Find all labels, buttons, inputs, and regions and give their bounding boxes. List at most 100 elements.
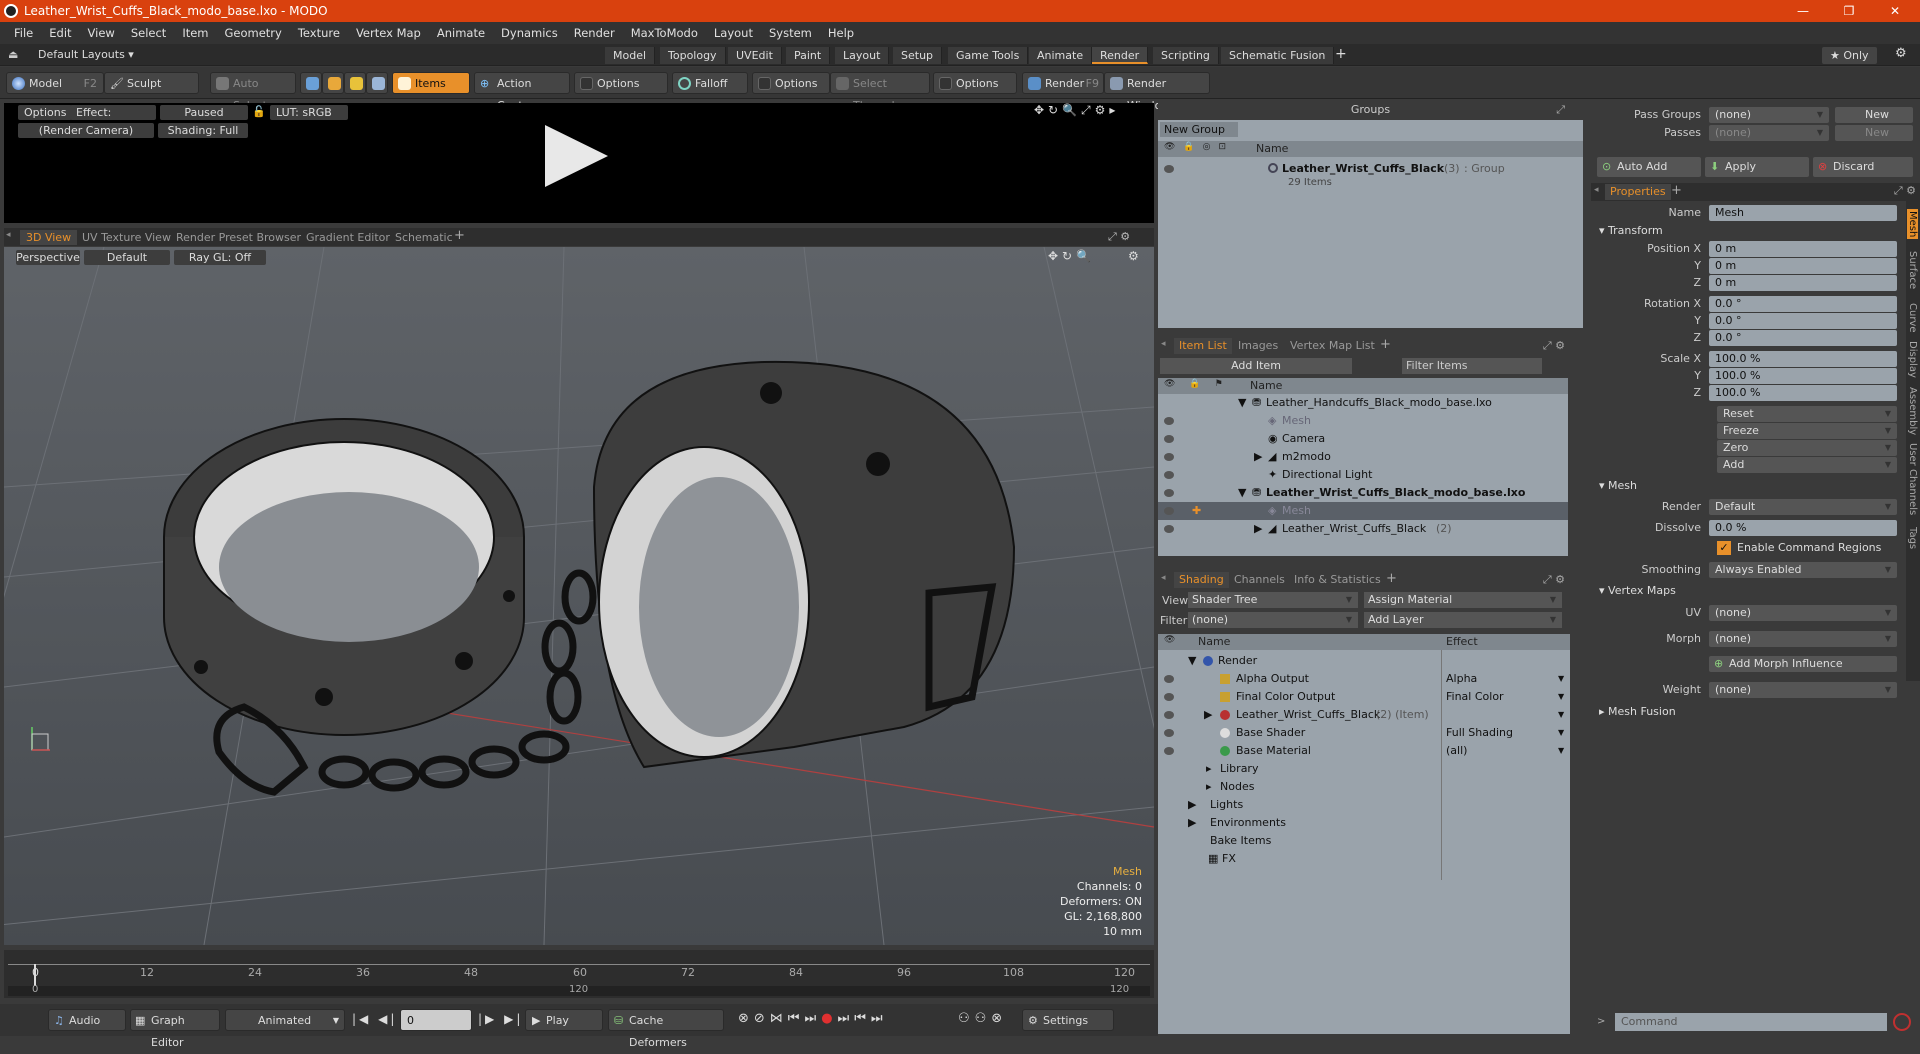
side-tab-curve[interactable]: Curve (1907, 303, 1918, 333)
viewport-settings-icon[interactable]: ⚙ (1128, 249, 1139, 263)
command-stop-icon[interactable] (1893, 1013, 1911, 1031)
raygl-toggle[interactable]: Ray GL: Off (174, 250, 266, 265)
eye-icon[interactable] (1164, 417, 1174, 425)
tab-vertex-map-list[interactable]: Vertex Map List (1290, 339, 1375, 352)
menu-layout[interactable]: Layout (706, 26, 761, 40)
menu-system[interactable]: System (761, 26, 820, 40)
add-tab-icon[interactable]: + (1335, 46, 1347, 62)
maximize-view-icon[interactable]: ⤢ ⚙ (1108, 230, 1130, 244)
play-icon[interactable] (545, 125, 608, 187)
shading-style-dropdown[interactable]: Default (84, 250, 170, 265)
add-tab-icon[interactable]: + (1380, 337, 1391, 352)
expand-icon[interactable]: ▼ (1188, 652, 1196, 670)
name-input[interactable]: Mesh (1709, 205, 1897, 221)
eye-icon[interactable] (1164, 525, 1174, 533)
view-tabs-menu-icon[interactable]: ◂ (6, 230, 11, 240)
scale-z-field[interactable]: 100.0 % (1709, 385, 1897, 401)
eye-icon[interactable] (1164, 489, 1174, 497)
menu-file[interactable]: File (6, 26, 41, 40)
menu-render[interactable]: Render (566, 26, 623, 40)
render-camera-dropdown[interactable]: (Render Camera) (18, 123, 154, 138)
uv-dropdown[interactable]: (none) (1709, 605, 1897, 621)
action-center-options-button[interactable]: Options (574, 72, 668, 94)
tab-uvedit[interactable]: UVEdit (728, 47, 782, 64)
reset-dropdown[interactable]: Reset (1717, 406, 1897, 422)
shader-row[interactable]: Final Color Output Final Color ▼ (1158, 688, 1570, 706)
tab-model[interactable]: Model (605, 47, 656, 64)
close-icon[interactable]: ✕ (1872, 0, 1918, 22)
position-x-field[interactable]: 0 m (1709, 241, 1897, 257)
play-button[interactable]: ▶ Play (525, 1009, 603, 1031)
audio-button[interactable]: ♫ Audio (48, 1009, 126, 1031)
side-tab-display[interactable]: Display (1907, 341, 1918, 378)
polygons-mode-icon[interactable] (344, 72, 366, 94)
scene-row[interactable]: ▼ ⛃ Leather_Handcuffs_Black_modo_base.lxo (1158, 394, 1568, 412)
transform-section[interactable]: ▾ Transform (1599, 223, 1663, 239)
tab-scripting[interactable]: Scripting (1153, 47, 1219, 64)
tab-setup[interactable]: Setup (893, 47, 943, 64)
cache-deformers-button[interactable]: ⛁ Cache Deformers (608, 1009, 724, 1049)
chevron-down-icon[interactable]: ▼ (1558, 706, 1564, 724)
enable-command-regions-checkbox[interactable]: ✓ (1717, 541, 1731, 555)
perspective-dropdown[interactable]: Perspective (16, 250, 80, 265)
current-frame-field[interactable]: 0 (400, 1009, 472, 1031)
shader-row[interactable]: ▶ Environments (1158, 814, 1570, 832)
auto-add-button[interactable]: ⊙ Auto Add (1597, 157, 1701, 177)
add-tab-icon[interactable]: + (1671, 183, 1682, 198)
graph-editor-button[interactable]: ▦ Graph Editor (130, 1009, 220, 1049)
preview-view-controls[interactable]: ✥↻🔍⤢⚙▸ (1034, 103, 1119, 118)
tab-render[interactable]: Render (1092, 47, 1149, 64)
shader-tree-dropdown[interactable]: Shader Tree (1188, 592, 1358, 608)
scale-x-field[interactable]: 100.0 % (1709, 351, 1897, 367)
items-mode-button[interactable]: Items (392, 72, 470, 94)
position-y-field[interactable]: 0 m (1709, 258, 1897, 274)
tab-gradient-editor[interactable]: Gradient Editor (300, 230, 396, 245)
falloff-button[interactable]: Falloff (672, 72, 748, 94)
layout-menu-icon[interactable]: ⏏ (8, 48, 18, 61)
paused-button[interactable]: Paused (160, 105, 248, 120)
eye-icon[interactable] (1164, 729, 1174, 737)
eye-icon[interactable] (1164, 747, 1174, 755)
tab-uv-texture-view[interactable]: UV Texture View (76, 230, 177, 245)
add-layer-dropdown[interactable]: Add Layer (1364, 612, 1562, 628)
shader-row[interactable]: ▶ Lights (1158, 796, 1570, 814)
shading-menu-icon[interactable]: ◂ (1161, 573, 1166, 583)
lock-icon[interactable]: 🔓 (252, 105, 266, 118)
lut-dropdown[interactable]: LUT: sRGB (270, 105, 348, 120)
tab-paint[interactable]: Paint (786, 47, 831, 64)
expand-icon[interactable]: ▶ (1188, 814, 1196, 832)
add-dropdown[interactable]: Add (1717, 457, 1897, 473)
tab-item-list[interactable]: Item List (1174, 338, 1232, 354)
item-row[interactable]: ▶ ◢ Leather_Wrist_Cuffs_Black (2) (1158, 520, 1568, 538)
tab-3d-view[interactable]: 3D View (20, 230, 78, 245)
pass-groups-dropdown[interactable]: (none) (1709, 107, 1829, 123)
render-button[interactable]: Render F9 (1022, 72, 1104, 94)
expand-icon[interactable]: ▶ (1254, 520, 1262, 538)
mesh-section[interactable]: ▾ Mesh (1599, 478, 1637, 494)
eye-icon[interactable] (1164, 693, 1174, 701)
scale-y-field[interactable]: 100.0 % (1709, 368, 1897, 384)
assign-material-dropdown[interactable]: Assign Material (1364, 592, 1562, 608)
mesh-fusion-section[interactable]: ▸ Mesh Fusion (1599, 704, 1676, 720)
apply-button[interactable]: ⬇ Apply (1705, 157, 1809, 177)
3d-viewport[interactable]: Perspective Default Ray GL: Off ✥↻🔍 ⚙ Me… (4, 247, 1154, 945)
chevron-down-icon[interactable]: ▼ (1558, 670, 1564, 688)
menu-animate[interactable]: Animate (429, 26, 493, 40)
key-tools-icons-2[interactable]: ⚇⚇⊗ (958, 1011, 1007, 1026)
chevron-down-icon[interactable]: ▼ (1558, 742, 1564, 760)
select-options-button[interactable]: Options (933, 72, 1017, 94)
groups-maximize-icon[interactable]: ⤢ (1556, 103, 1565, 117)
menu-help[interactable]: Help (820, 26, 862, 40)
falloff-options-button[interactable]: Options (752, 72, 830, 94)
itemlist-maximize-icon[interactable]: ⤢ ⚙ (1543, 339, 1565, 353)
settings-button[interactable]: ⚙ Settings (1022, 1009, 1114, 1031)
shader-row[interactable]: Base Shader Full Shading ▼ (1158, 724, 1570, 742)
render-window-button[interactable]: Render Window (1104, 72, 1210, 112)
minimize-icon[interactable]: — (1780, 0, 1826, 22)
tab-shading[interactable]: Shading (1174, 572, 1229, 588)
tab-topology[interactable]: Topology (660, 47, 726, 64)
shader-row[interactable]: ▶ Leather_Wrist_Cuffs_Black (2) (Item) ▼ (1158, 706, 1570, 724)
props-menu-icon[interactable]: ◂ (1594, 185, 1599, 195)
weight-dropdown[interactable]: (none) (1709, 682, 1897, 698)
zero-dropdown[interactable]: Zero (1717, 440, 1897, 456)
